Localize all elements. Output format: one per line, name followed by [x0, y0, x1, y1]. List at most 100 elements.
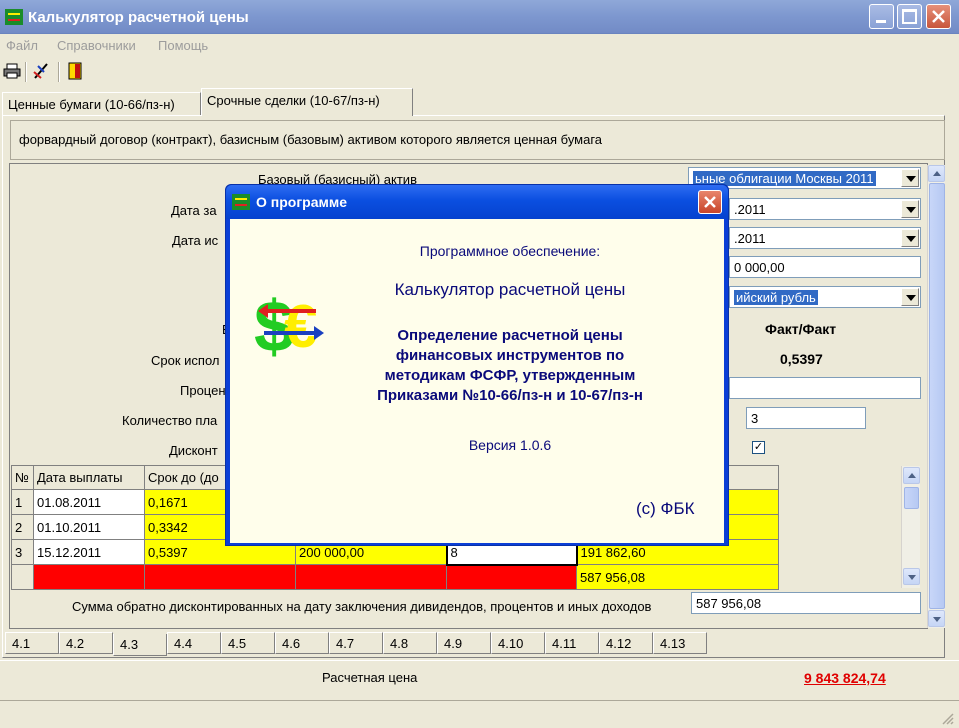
close-button[interactable]: [926, 4, 951, 29]
row-number: 1: [11, 489, 34, 515]
currency-value: ийский рубль: [734, 290, 818, 305]
print-icon[interactable]: [3, 63, 21, 79]
about-dialog: О программе $ € Программное обеспечение:…: [225, 184, 729, 546]
close-icon: [932, 10, 945, 23]
software-label: Программное обеспечение:: [419, 243, 601, 259]
tab-4-5[interactable]: 4.5: [221, 632, 275, 654]
svg-text:€: €: [284, 293, 317, 359]
dialog-title: О программе: [256, 194, 348, 210]
dialog-version: Версия 1.0.6: [468, 437, 552, 453]
dialog-description-line: методикам ФСФР, утвержденным: [384, 367, 636, 384]
tab-4-4[interactable]: 4.4: [167, 632, 221, 654]
tab-4-9[interactable]: 4.9: [437, 632, 491, 654]
cell-date[interactable]: 15.12.2011: [33, 539, 145, 565]
tab-4-6[interactable]: 4.6: [275, 632, 329, 654]
tab-4-8[interactable]: 4.8: [383, 632, 437, 654]
tab-derivatives[interactable]: Срочные сделки (10-67/пз-н): [201, 88, 413, 116]
cell-total-empty: [33, 564, 145, 590]
app-icon: [5, 9, 23, 25]
label-payments-count: Количество пла: [122, 413, 218, 428]
edit-icon[interactable]: [32, 62, 50, 80]
amount-field[interactable]: 0 000,00: [729, 256, 921, 278]
cell-total-sum: 587 956,08: [576, 564, 779, 590]
cell-total-empty: [295, 564, 447, 590]
tab-4-3[interactable]: 4.3: [113, 634, 167, 656]
label-term: Срок испол: [151, 353, 220, 368]
menu-file[interactable]: Файл: [6, 38, 38, 53]
scroll-up-icon[interactable]: [928, 165, 945, 182]
tab-4-1[interactable]: 4.1: [5, 632, 59, 654]
menu-bar: Файл Справочники Помощь: [0, 35, 959, 57]
cell-date[interactable]: 01.10.2011: [33, 514, 145, 540]
dialog-title-bar: О программе: [226, 185, 728, 219]
minimize-button[interactable]: [869, 4, 894, 29]
cell-total-empty: [144, 564, 296, 590]
main-tabs: Ценные бумаги (10-66/пз-н) Срочные сделк…: [0, 88, 959, 116]
maximize-button[interactable]: [897, 4, 922, 29]
title-bar: Калькулятор расчетной цены: [0, 0, 959, 34]
tab-4-2[interactable]: 4.2: [59, 632, 113, 654]
instrument-description: форвардный договор (контракт), базисным …: [10, 120, 945, 160]
menu-help[interactable]: Помощь: [158, 38, 208, 53]
row-number: 2: [11, 514, 34, 540]
label-discount: Дисконт: [169, 443, 218, 458]
date-end-select[interactable]: .2011: [729, 227, 921, 249]
tab-4-12[interactable]: 4.12: [599, 632, 653, 654]
scroll-thumb[interactable]: [904, 487, 919, 509]
close-icon: [704, 196, 716, 208]
scroll-down-icon[interactable]: [928, 610, 945, 627]
section-tabs: 4.1 4.2 4.3 4.4 4.5 4.6 4.7 4.8 4.9 4.10…: [0, 632, 959, 656]
tab-securities[interactable]: Ценные бумаги (10-66/пз-н): [2, 92, 201, 116]
col-header-number[interactable]: №: [11, 465, 34, 490]
table-total-row: 587 956,08: [11, 564, 779, 590]
currency-select[interactable]: ийский рубль: [729, 286, 921, 308]
tab-4-10[interactable]: 4.10: [491, 632, 545, 654]
date-start-select[interactable]: .2011: [729, 198, 921, 220]
resize-grip-icon[interactable]: [940, 711, 954, 725]
form-scrollbar[interactable]: [927, 165, 945, 628]
price-label: Расчетная цена: [322, 670, 418, 685]
scroll-down-icon[interactable]: [903, 568, 920, 585]
chevron-down-icon[interactable]: [901, 169, 919, 187]
dialog-close-button[interactable]: [698, 190, 722, 214]
dialog-description-line: финансовых инструментов по: [395, 347, 625, 364]
dialog-app-name: Калькулятор расчетной цены: [394, 280, 626, 299]
row-number: [11, 564, 34, 590]
label-date-start: Дата за: [171, 203, 217, 218]
date-start-value: .2011: [734, 202, 766, 217]
chevron-down-icon[interactable]: [901, 229, 919, 247]
app-icon: [232, 194, 250, 210]
tab-4-13[interactable]: 4.13: [653, 632, 707, 654]
payments-count-field[interactable]: 3: [746, 407, 866, 429]
minimize-icon: [876, 20, 886, 23]
col-header-date[interactable]: Дата выплаты: [33, 465, 145, 490]
tab-4-7[interactable]: 4.7: [329, 632, 383, 654]
summary-value-field: 587 956,08: [691, 592, 921, 614]
currency-logo-icon: $ €: [254, 289, 324, 359]
status-bar: [0, 700, 959, 728]
scroll-up-icon[interactable]: [903, 467, 920, 484]
percent-field[interactable]: [729, 377, 921, 399]
cell-date[interactable]: 01.08.2011: [33, 489, 145, 515]
discount-checkbox[interactable]: ✓: [752, 441, 765, 454]
toolbar: [0, 58, 959, 86]
maximize-icon: [902, 9, 917, 24]
basis-value: Факт/Факт: [765, 321, 837, 337]
term-value: 0,5397: [780, 351, 823, 367]
table-scrollbar[interactable]: [901, 466, 920, 588]
tab-4-11[interactable]: 4.11: [545, 632, 599, 654]
toolbar-separator: [25, 62, 27, 82]
chevron-down-icon[interactable]: [901, 200, 919, 218]
price-value[interactable]: 9 843 824,74: [804, 670, 886, 686]
chevron-down-icon[interactable]: [901, 288, 919, 306]
exit-door-icon[interactable]: [68, 62, 82, 80]
dialog-body: $ € Программное обеспечение: Калькулятор…: [230, 219, 724, 543]
label-date-end: Дата ис: [172, 233, 219, 248]
row-number: 3: [11, 539, 34, 565]
cell-total-empty: [446, 564, 577, 590]
date-end-value: .2011: [734, 231, 766, 246]
toolbar-separator: [58, 62, 60, 82]
menu-references[interactable]: Справочники: [57, 38, 136, 53]
dialog-description-line: Определение расчетной цены: [397, 327, 623, 344]
scroll-thumb[interactable]: [929, 183, 945, 609]
